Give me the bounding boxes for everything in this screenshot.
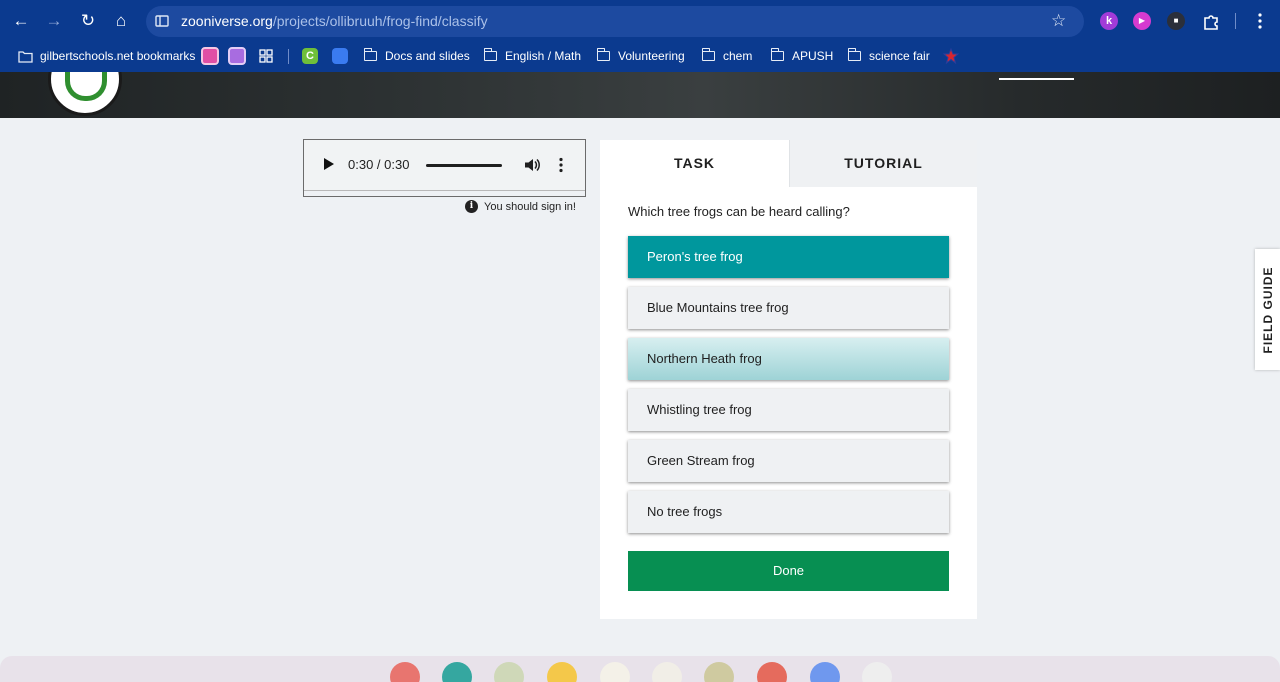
bookmark-app-icon[interactable]	[332, 48, 348, 64]
forward-arrow-icon[interactable]: →	[44, 11, 64, 31]
more-options-icon[interactable]	[556, 157, 566, 173]
os-shelf	[0, 656, 1280, 682]
done-button[interactable]: Done	[628, 551, 949, 591]
managed-folder-icon	[18, 50, 33, 63]
folder-icon	[701, 48, 715, 61]
folder-icon	[847, 48, 861, 61]
bookmark-label: APUSH	[792, 49, 834, 63]
answer-option[interactable]: Whistling tree frog	[628, 389, 949, 431]
frog-logo-icon	[65, 72, 107, 101]
back-arrow-icon[interactable]: ←	[11, 11, 31, 31]
bookmark-folder[interactable]: science fair	[847, 48, 930, 63]
volume-icon[interactable]	[523, 156, 541, 174]
answer-option[interactable]: Green Stream frog	[628, 440, 949, 482]
home-icon[interactable]: ⌂	[111, 11, 131, 31]
answer-option[interactable]: Blue Mountains tree frog	[628, 287, 949, 329]
site-info-icon[interactable]	[155, 14, 169, 28]
bookmark-folder[interactable]: Volunteering	[596, 48, 685, 63]
bookmark-folder[interactable]: chem	[701, 48, 753, 63]
browser-toolbar: ← → ↻ ⌂ zooniverse.org/projects/ollibruu…	[0, 0, 1280, 42]
folder-icon	[483, 48, 497, 61]
screencast-extension-icon[interactable]: ▶	[1133, 12, 1151, 30]
bookmark-label: Docs and slides	[385, 49, 470, 63]
bookmark-folder[interactable]: English / Math	[483, 48, 582, 63]
url-path: /projects/ollibruuh/frog-find/classify	[272, 13, 488, 29]
bookmark-app-icon[interactable]	[228, 47, 246, 65]
classlink-bookmark-icon[interactable]: C	[302, 48, 318, 64]
answer-option[interactable]: Northern Heath frog	[628, 338, 949, 380]
task-question: Which tree frogs can be heard calling?	[628, 204, 850, 219]
toolbar-divider	[1235, 13, 1236, 29]
url-text: zooniverse.org/projects/ollibruuh/frog-f…	[181, 13, 488, 29]
kami-extension-icon[interactable]: k	[1100, 12, 1118, 30]
extension-app-icon[interactable]: ■	[1167, 12, 1185, 30]
bookmark-app-icon[interactable]	[201, 47, 219, 65]
task-panel: TASK TUTORIAL Which tree frogs can be he…	[600, 140, 977, 619]
active-nav-underline	[999, 78, 1074, 80]
audio-progress-bar[interactable]	[426, 164, 502, 167]
reload-icon[interactable]: ↻	[78, 11, 98, 31]
answer-option[interactable]: No tree frogs	[628, 491, 949, 533]
bookmark-label: gilbertschools.net bookmarks	[40, 49, 196, 63]
audio-player: 0:30 / 0:30	[303, 139, 586, 197]
bookmark-label: science fair	[869, 49, 930, 63]
play-icon[interactable]	[324, 158, 334, 170]
bookmark-managed[interactable]: gilbertschools.net bookmarks	[18, 49, 195, 63]
answer-option[interactable]: Peron's tree frog	[628, 236, 949, 278]
extensions-puzzle-icon[interactable]	[1202, 12, 1220, 30]
bookmarks-divider	[288, 49, 289, 64]
project-logo[interactable]	[48, 72, 122, 116]
bookmark-star-icon[interactable]: ☆	[1051, 11, 1066, 31]
bookmark-label: English / Math	[505, 49, 582, 63]
sign-in-text: You should sign in!	[484, 200, 576, 213]
menu-kebab-icon[interactable]	[1254, 12, 1266, 30]
folder-icon	[770, 48, 784, 61]
info-icon: i	[465, 200, 478, 213]
audio-time: 0:30 / 0:30	[348, 157, 410, 172]
address-bar[interactable]: zooniverse.org/projects/ollibruuh/frog-f…	[146, 6, 1084, 37]
tab-task[interactable]: TASK	[600, 140, 789, 187]
field-guide-tab[interactable]: FIELD GUIDE	[1255, 249, 1280, 370]
field-guide-label: FIELD GUIDE	[1260, 265, 1275, 354]
folder-icon	[596, 48, 610, 61]
audio-controls: 0:30 / 0:30	[304, 140, 585, 191]
apps-grid-icon[interactable]	[259, 49, 273, 63]
bookmark-folder[interactable]: Docs and slides	[363, 48, 470, 63]
tab-tutorial[interactable]: TUTORIAL	[789, 140, 977, 187]
star-bookmark-icon[interactable]	[943, 48, 959, 64]
bookmark-folder[interactable]: APUSH	[770, 48, 834, 63]
url-host: zooniverse.org	[181, 13, 273, 29]
bookmark-label: Volunteering	[618, 49, 685, 63]
bookmark-label: chem	[723, 49, 753, 63]
folder-icon	[363, 48, 377, 61]
sign-in-notice: i You should sign in!	[465, 200, 576, 213]
site-header	[0, 72, 1280, 118]
